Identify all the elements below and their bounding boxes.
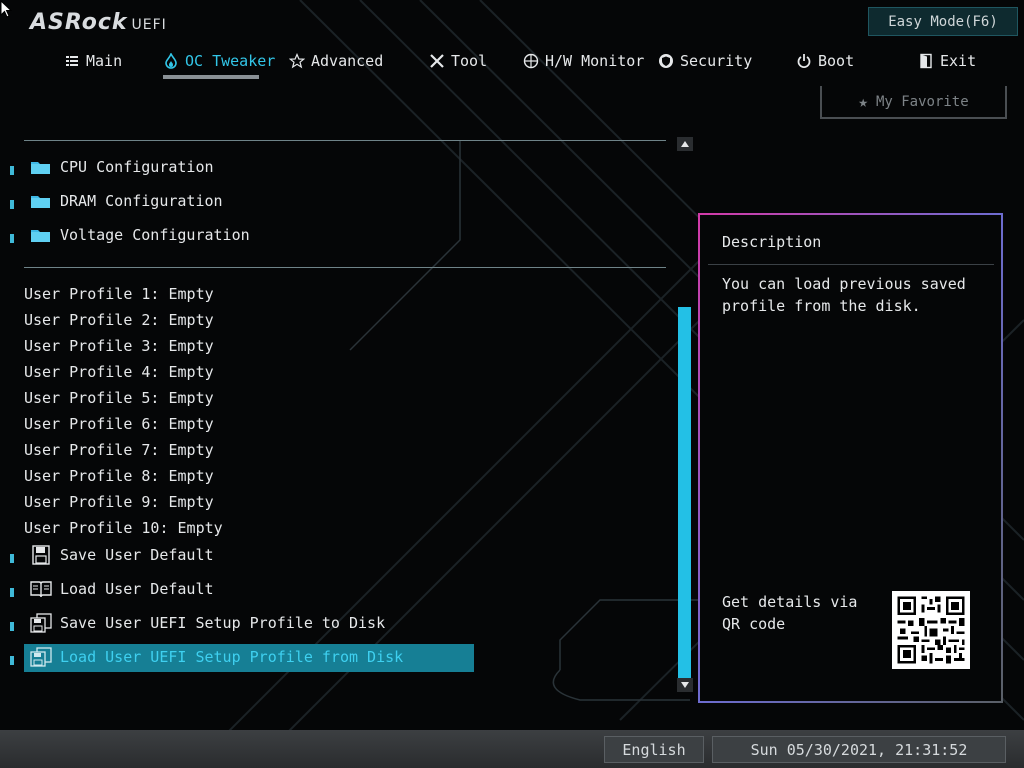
qr-code-icon [897,596,965,664]
folder-icon [31,196,50,208]
load-profile-from-disk-button[interactable]: Load User UEFI Setup Profile from Disk [10,644,403,670]
floppy-icon [32,545,50,565]
my-favorite-button[interactable]: ★ My Favorite [820,86,1007,119]
tab-exit[interactable]: Exit [918,48,976,74]
logo-uefi: UEFI [131,17,167,33]
power-icon [797,54,811,68]
action-label: Save User Default [60,546,214,564]
shield-icon [659,54,673,68]
save-user-default-button[interactable]: Save User Default [10,542,214,568]
favorite-label: My Favorite [875,93,969,110]
user-profile-1[interactable]: User Profile 1: Empty [24,281,214,307]
mouse-pointer-icon [0,0,12,18]
item-marker [10,621,14,631]
user-profile-10[interactable]: User Profile 10: Empty [24,515,223,541]
folder-icon [31,162,50,174]
tab-label: Security [680,52,753,70]
folder-icon [31,230,50,242]
menu-divider-top [24,140,666,141]
main-nav: Main OC Tweaker Advanced Tool H/W Monito… [0,48,1024,79]
action-label: Save User UEFI Setup Profile to Disk [60,614,386,632]
user-profile-7[interactable]: User Profile 7: Empty [24,437,214,463]
tab-tool[interactable]: Tool [429,48,487,74]
tab-label: H/W Monitor [545,52,645,70]
book-icon [30,581,52,598]
user-profile-8[interactable]: User Profile 8: Empty [24,463,214,489]
user-profile-2[interactable]: User Profile 2: Empty [24,307,214,333]
triangle-up-icon [681,141,689,147]
flame-icon [165,53,177,69]
tab-security[interactable]: Security [658,48,752,74]
disk-copy-icon [30,647,52,667]
save-profile-to-disk-button[interactable]: Save User UEFI Setup Profile to Disk [10,610,385,636]
tab-main[interactable]: Main [64,48,122,74]
user-profile-5[interactable]: User Profile 5: Empty [24,385,214,411]
item-marker [10,165,14,175]
tab-label: OC Tweaker [185,52,276,70]
menu-item-dram-configuration[interactable]: DRAM Configuration [10,188,223,214]
menu-item-voltage-configuration[interactable]: Voltage Configuration [10,222,250,248]
tab-boot[interactable]: Boot [796,48,854,74]
star-outline-icon [289,53,305,69]
menu-item-label: CPU Configuration [60,158,214,176]
datetime-display: Sun 05/30/2021, 21:31:52 [712,736,1006,763]
qr-code [892,591,970,669]
tab-label: Tool [451,52,488,70]
description-divider [708,264,994,265]
tab-label: Exit [940,52,977,70]
description-panel: Description You can load previous saved … [698,213,1003,703]
menu-item-cpu-configuration[interactable]: CPU Configuration [10,154,214,180]
item-marker [10,553,14,563]
active-tab-indicator [163,75,259,79]
menu-divider-middle [24,267,666,268]
user-profile-6[interactable]: User Profile 6: Empty [24,411,214,437]
user-profile-3[interactable]: User Profile 3: Empty [24,333,214,359]
exit-door-icon [920,53,932,69]
item-marker [10,655,14,665]
tab-label: Advanced [311,52,384,70]
scroll-up-button[interactable] [677,137,693,151]
scroll-down-button[interactable] [677,678,693,692]
triangle-down-icon [681,682,689,688]
menu-item-label: DRAM Configuration [60,192,223,210]
description-text: You can load previous saved profile from… [722,275,966,315]
action-label: Load User Default [60,580,214,598]
qr-caption: Get details via QR code [722,593,858,633]
description-title: Description [722,233,822,251]
action-label: Load User UEFI Setup Profile from Disk [60,648,404,666]
list-icon [66,56,78,66]
load-user-default-button[interactable]: Load User Default [10,576,214,602]
asrock-logo: ASRock UEFI [30,10,167,35]
user-profile-4[interactable]: User Profile 4: Empty [24,359,214,385]
easy-mode-button[interactable]: Easy Mode(F6) [868,7,1018,36]
item-marker [10,199,14,209]
menu-item-label: Voltage Configuration [60,226,250,244]
user-profile-9[interactable]: User Profile 9: Empty [24,489,214,515]
tab-oc-tweaker[interactable]: OC Tweaker [163,48,275,74]
tab-label: Main [86,52,123,70]
language-button[interactable]: English [604,736,704,763]
wrench-icon [430,54,444,68]
tab-hw-monitor[interactable]: H/W Monitor [523,48,644,74]
crosshair-icon [523,53,539,69]
tab-advanced[interactable]: Advanced [289,48,383,74]
item-marker [10,233,14,243]
disk-copy-icon [30,613,52,633]
tab-label: Boot [818,52,855,70]
star-icon: ★ [858,92,868,111]
logo-brand: ASRock [30,10,128,35]
scrollbar-thumb[interactable] [678,307,691,678]
item-marker [10,587,14,597]
